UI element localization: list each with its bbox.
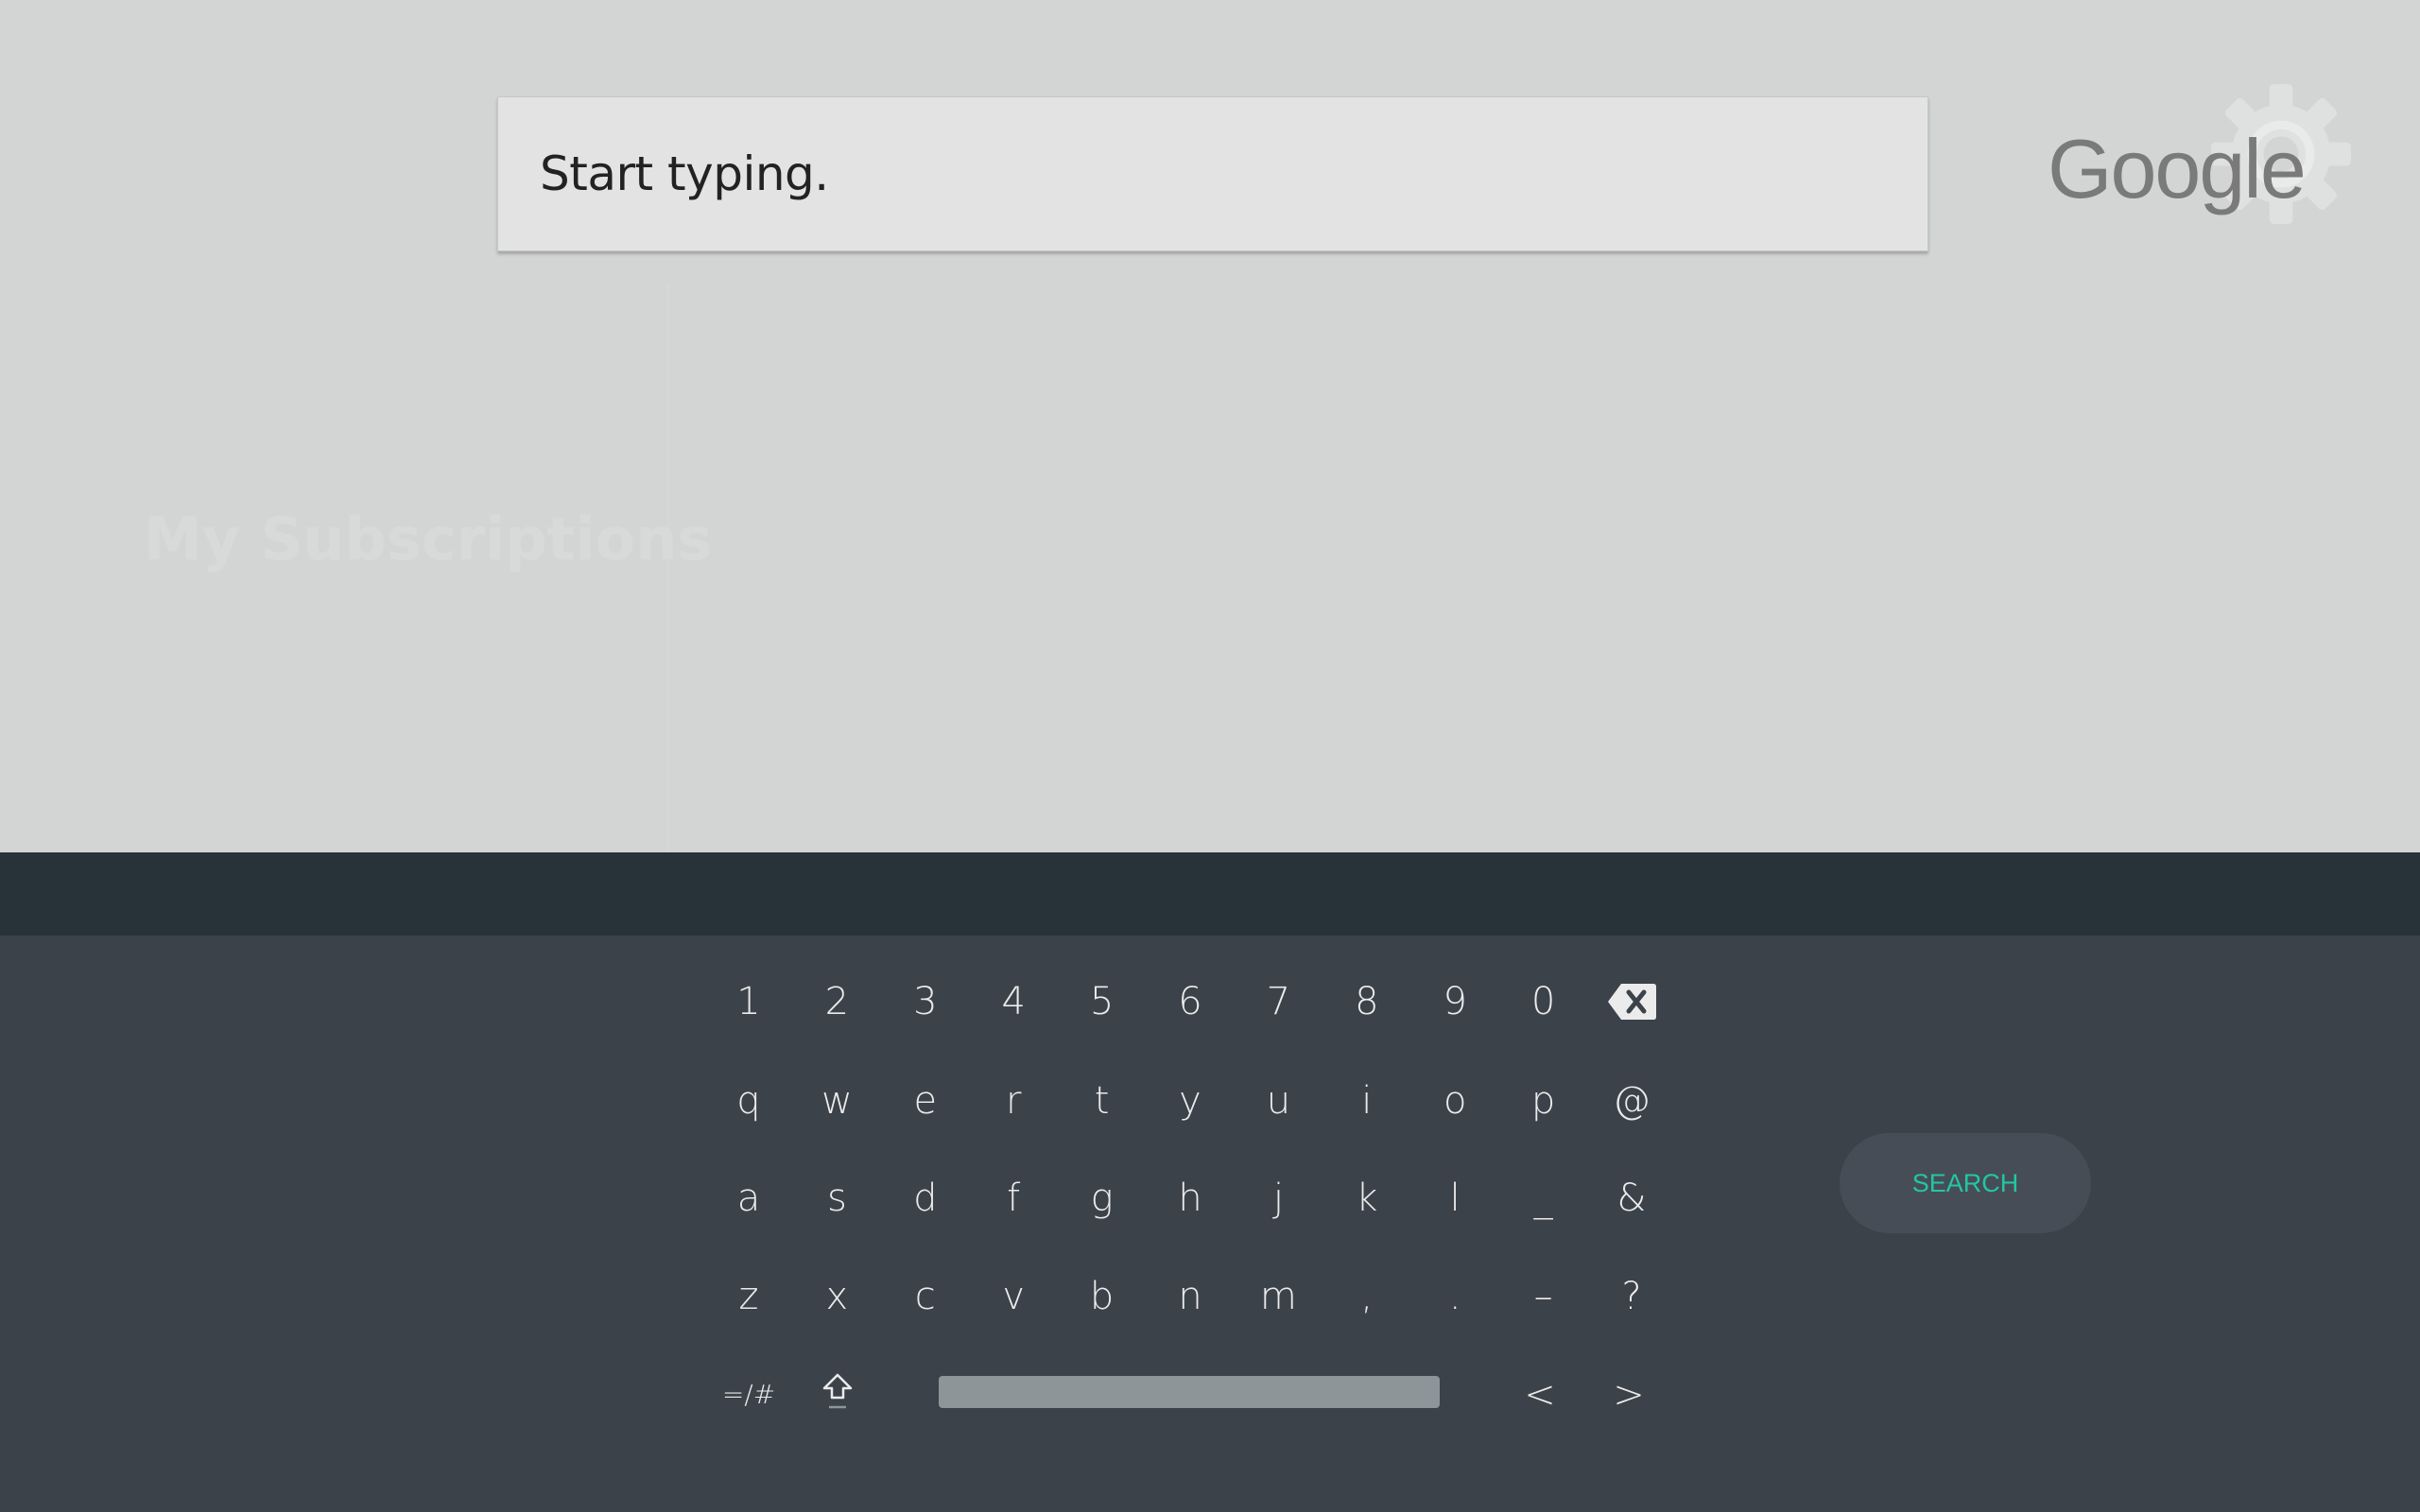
key-2-10[interactable]: & — [1594, 1160, 1669, 1236]
key-3-6[interactable]: m — [1240, 1259, 1316, 1334]
key-3-9[interactable]: – — [1506, 1259, 1582, 1334]
google-logo: Google — [2048, 122, 2307, 215]
key-2-5[interactable]: h — [1152, 1160, 1228, 1236]
key-3-1[interactable]: x — [799, 1259, 874, 1334]
key-2-7[interactable]: k — [1329, 1160, 1405, 1236]
key-1-9[interactable]: p — [1506, 1063, 1582, 1139]
key-2-2[interactable]: d — [888, 1160, 963, 1236]
key-0-9[interactable]: 0 — [1506, 964, 1582, 1040]
key-2-1[interactable]: s — [799, 1160, 874, 1236]
key-0-8[interactable]: 9 — [1417, 964, 1493, 1040]
key-3-2[interactable]: c — [888, 1259, 963, 1334]
keyboard-top-bar — [0, 852, 2420, 936]
key-3-0[interactable]: z — [711, 1259, 786, 1334]
search-button[interactable]: SEARCH — [1840, 1133, 2091, 1233]
key-2-9[interactable]: _ — [1506, 1160, 1582, 1236]
key-1-3[interactable]: r — [976, 1063, 1051, 1139]
key-2-6[interactable]: j — [1240, 1160, 1316, 1236]
key-3-10[interactable]: ? — [1594, 1259, 1669, 1334]
key-0-5[interactable]: 6 — [1152, 964, 1228, 1040]
key-1-7[interactable]: i — [1329, 1063, 1405, 1139]
shift-key[interactable] — [800, 1353, 875, 1429]
backspace-key[interactable] — [1594, 964, 1669, 1040]
key-1-10[interactable]: @ — [1594, 1063, 1669, 1139]
key-1-6[interactable]: u — [1240, 1063, 1316, 1139]
key-2-3[interactable]: f — [976, 1160, 1051, 1236]
key-1-2[interactable]: e — [888, 1063, 963, 1139]
key-3-7[interactable]: , — [1329, 1259, 1405, 1334]
key-3-8[interactable]: . — [1417, 1259, 1493, 1334]
key-0-2[interactable]: 3 — [888, 964, 963, 1040]
cursor-right-key[interactable]: > — [1591, 1357, 1667, 1433]
key-0-1[interactable]: 2 — [799, 964, 874, 1040]
key-1-1[interactable]: w — [799, 1063, 874, 1139]
key-3-3[interactable]: v — [976, 1259, 1051, 1334]
key-0-4[interactable]: 5 — [1064, 964, 1140, 1040]
key-0-0[interactable]: 1 — [711, 964, 786, 1040]
key-1-5[interactable]: y — [1152, 1063, 1228, 1139]
key-3-5[interactable]: n — [1152, 1259, 1228, 1334]
shift-icon — [822, 1373, 853, 1409]
key-2-4[interactable]: g — [1064, 1160, 1140, 1236]
key-0-3[interactable]: 4 — [976, 964, 1051, 1040]
space-bar[interactable] — [939, 1376, 1440, 1408]
key-1-0[interactable]: q — [711, 1063, 786, 1139]
background-heading: My Subscriptions — [144, 505, 713, 574]
screen: My Subscriptions Start typing. Google 12… — [0, 0, 2420, 1512]
key-2-8[interactable]: l — [1417, 1160, 1493, 1236]
search-placeholder: Start typing. — [540, 146, 829, 201]
key-0-7[interactable]: 8 — [1329, 964, 1405, 1040]
search-input[interactable]: Start typing. — [497, 96, 1928, 251]
key-2-0[interactable]: a — [711, 1160, 786, 1236]
key-1-4[interactable]: t — [1064, 1063, 1140, 1139]
cursor-left-key[interactable]: < — [1502, 1357, 1578, 1433]
backspace-icon — [1608, 984, 1656, 1020]
key-3-4[interactable]: b — [1064, 1259, 1140, 1334]
symbols-key[interactable]: =/# — [711, 1356, 786, 1432]
key-1-8[interactable]: o — [1417, 1063, 1493, 1139]
key-0-6[interactable]: 7 — [1240, 964, 1316, 1040]
